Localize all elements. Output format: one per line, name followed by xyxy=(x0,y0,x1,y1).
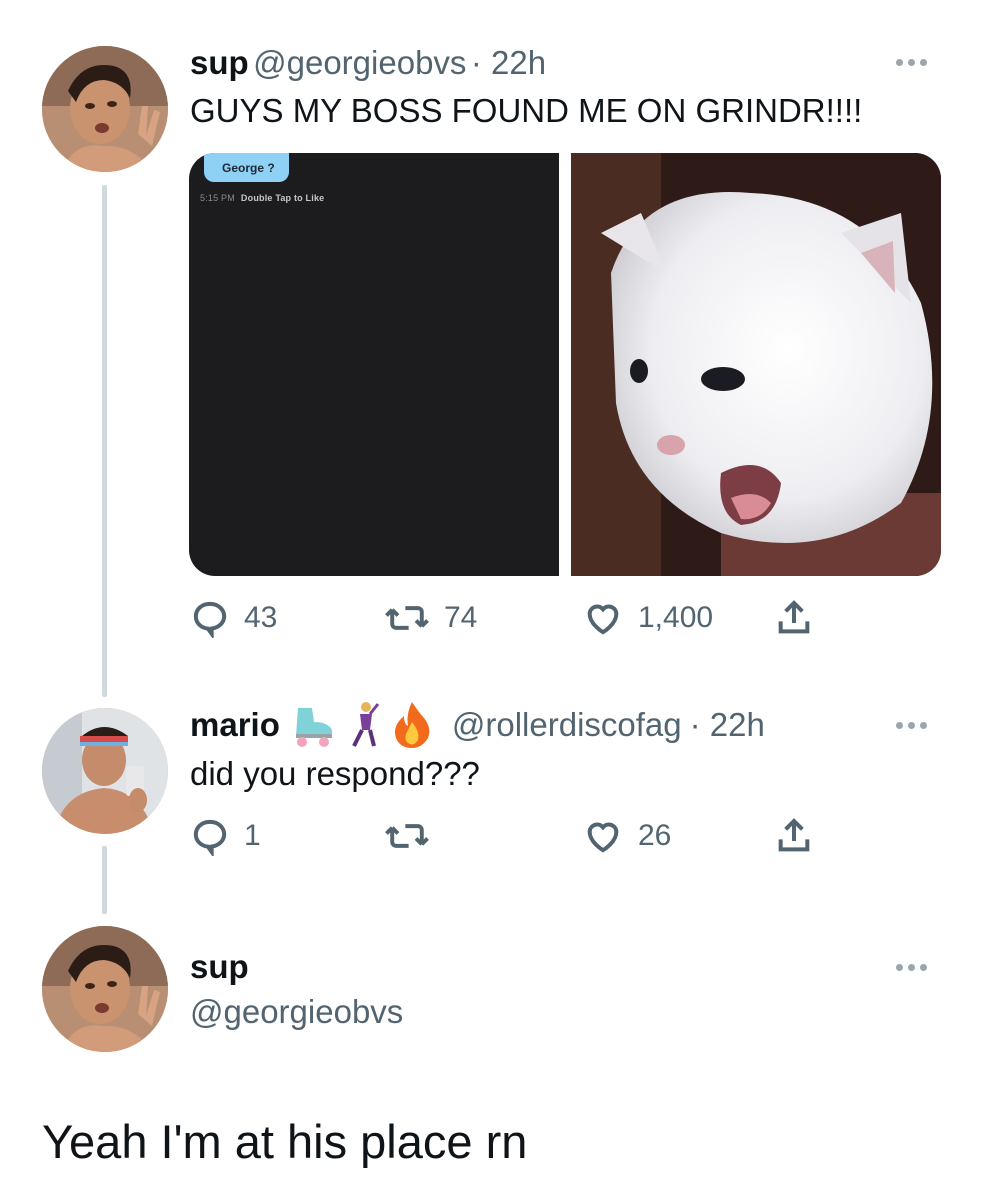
like-count: 26 xyxy=(638,819,672,852)
share-icon xyxy=(778,600,810,634)
fire-icon xyxy=(394,702,430,748)
chat-hint: Double Tap to Like xyxy=(240,193,325,203)
display-name[interactable]: sup xyxy=(190,948,249,986)
kitten-image[interactable] xyxy=(571,153,941,576)
share-button[interactable] xyxy=(774,598,814,638)
like-button[interactable]: 26 xyxy=(582,816,671,856)
tweet-text: Yeah I'm at his place rn xyxy=(42,1115,528,1168)
chat-meta: 5:15 PM Double Tap to Like xyxy=(200,193,324,203)
avatar-image xyxy=(42,926,168,1052)
chat-screenshot[interactable]: George ? 5:15 PM Double Tap to Like xyxy=(189,153,559,576)
reply-count: 1 xyxy=(244,819,261,852)
reply-count: 43 xyxy=(244,601,278,634)
chat-bubble: George ? xyxy=(204,153,289,182)
avatar[interactable] xyxy=(42,46,168,172)
share-icon xyxy=(778,818,810,852)
retweet-icon xyxy=(385,824,429,848)
like-icon xyxy=(587,604,619,635)
tweet-header: sup @georgieobvs · 22h xyxy=(190,44,546,82)
retweet-button[interactable]: 74 xyxy=(384,598,477,638)
thread-line xyxy=(102,185,107,697)
chat-time: 5:15 PM xyxy=(200,193,235,203)
avatar-image xyxy=(42,46,168,172)
user-handle[interactable]: @georgieobvs xyxy=(253,44,466,81)
tweet-media[interactable]: George ? 5:15 PM Double Tap to Like xyxy=(189,153,941,576)
like-count: 1,400 xyxy=(638,601,714,634)
reply-icon xyxy=(193,601,227,638)
display-name[interactable]: mario xyxy=(190,706,280,744)
tweet-text: GUYS MY BOSS FOUND ME ON GRINDR!!!! xyxy=(190,92,863,129)
timestamp[interactable]: · 22h xyxy=(471,44,546,81)
user-handle[interactable]: @georgieobvs xyxy=(190,993,403,1031)
display-name[interactable]: sup xyxy=(190,44,249,81)
tweet-header: mario @rollerdiscofag · 22h xyxy=(190,700,765,750)
more-icon[interactable] xyxy=(896,964,927,971)
dancer-icon xyxy=(352,702,380,747)
reply-button[interactable]: 1 xyxy=(190,816,261,856)
more-icon[interactable] xyxy=(896,722,927,729)
like-button[interactable]: 1,400 xyxy=(582,598,713,638)
retweet-icon xyxy=(385,606,429,630)
roller-skate-icon xyxy=(295,708,332,747)
avatar-image xyxy=(42,708,168,834)
kitten-picture xyxy=(571,153,941,576)
tweet-text: did you respond??? xyxy=(190,755,480,792)
thread-line xyxy=(102,846,107,914)
avatar[interactable] xyxy=(42,708,168,834)
reply-icon xyxy=(193,819,227,856)
timestamp[interactable]: · 22h xyxy=(690,706,765,744)
retweet-button[interactable] xyxy=(384,816,444,856)
more-icon[interactable] xyxy=(896,59,927,66)
like-icon xyxy=(587,822,619,853)
avatar[interactable] xyxy=(42,926,168,1052)
share-button[interactable] xyxy=(774,816,814,856)
user-handle[interactable]: @rollerdiscofag xyxy=(452,706,682,744)
reply-button[interactable]: 43 xyxy=(190,598,277,638)
retweet-count: 74 xyxy=(444,601,478,634)
